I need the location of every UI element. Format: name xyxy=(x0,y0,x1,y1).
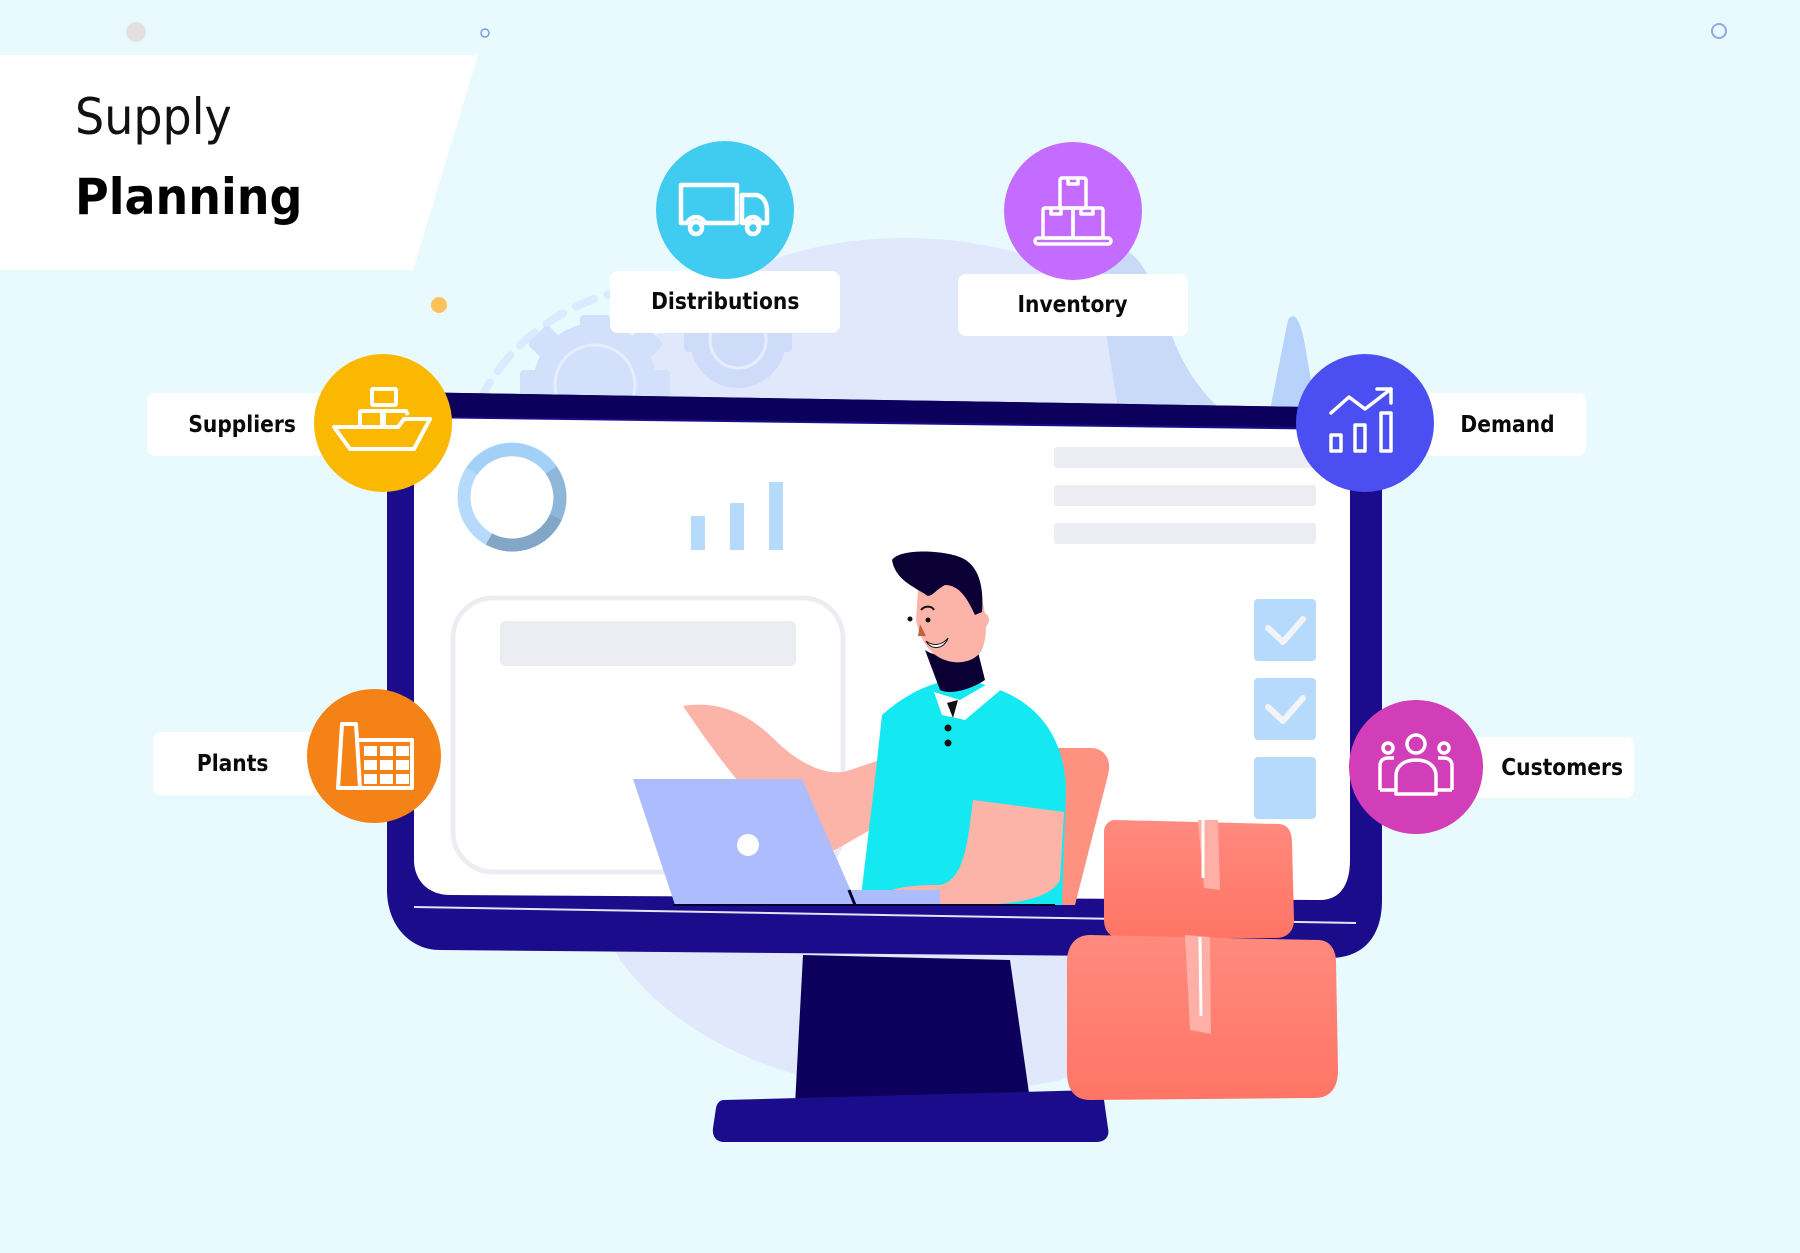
cargo-ship-icon xyxy=(332,387,432,451)
checkbox-unchecked xyxy=(1254,757,1316,819)
supply-planning-illustration: Supply Planning Distributions Inventory xyxy=(0,0,1800,1253)
node-label-text: Suppliers xyxy=(188,411,296,438)
text-placeholder-line xyxy=(1054,523,1316,544)
node-customers[interactable] xyxy=(1349,700,1483,834)
monitor-stand-base xyxy=(712,1090,1109,1142)
shirt-button xyxy=(944,724,952,732)
node-label-plants[interactable]: Plants xyxy=(153,732,333,795)
node-demand[interactable] xyxy=(1296,354,1434,492)
people-group-icon xyxy=(1378,733,1454,796)
node-label-text: Demand xyxy=(1460,411,1556,438)
boxes-pallet-icon xyxy=(1033,176,1113,246)
trend-chart-icon xyxy=(1329,387,1393,453)
title-panel xyxy=(0,55,478,270)
node-label-text: Customers xyxy=(1501,754,1623,781)
node-suppliers[interactable] xyxy=(314,354,452,492)
title-planning: Planning xyxy=(75,168,303,226)
text-placeholder-line xyxy=(1054,485,1316,506)
node-label-text: Plants xyxy=(197,750,269,777)
node-label-distributions[interactable]: Distributions xyxy=(610,271,840,333)
decor-ring-small xyxy=(480,28,490,38)
box-tape-highlight xyxy=(1198,936,1203,1017)
decor-ring-right xyxy=(1711,23,1727,39)
bar-chart-bar xyxy=(691,516,705,550)
bar-chart-bar xyxy=(769,482,783,550)
text-placeholder-line xyxy=(1054,447,1316,468)
truck-icon xyxy=(678,182,770,237)
laptop-base xyxy=(847,890,940,905)
cardboard-box-top xyxy=(1104,820,1294,938)
node-label-suppliers[interactable]: Suppliers xyxy=(147,393,337,456)
node-distributions[interactable] xyxy=(656,141,794,279)
node-label-text: Distributions xyxy=(650,289,800,315)
decor-dot-pink xyxy=(126,22,146,42)
monitor-stand-neck xyxy=(795,955,1030,1105)
input-placeholder xyxy=(500,621,796,666)
decor-dot-yellow xyxy=(431,297,447,313)
factory-icon xyxy=(336,722,414,790)
node-plants[interactable] xyxy=(307,689,441,823)
cardboard-box-bottom xyxy=(1067,935,1338,1100)
shirt-button xyxy=(944,739,952,747)
person-eye xyxy=(907,616,913,622)
person-eye xyxy=(925,617,931,623)
checkbox-checked xyxy=(1254,678,1316,740)
node-label-text: Inventory xyxy=(1017,292,1129,318)
node-inventory[interactable] xyxy=(1004,142,1142,280)
title-supply: Supply xyxy=(75,88,232,146)
laptop-logo xyxy=(737,834,759,856)
bar-chart-bar xyxy=(730,503,744,550)
checkbox-checked xyxy=(1254,599,1316,661)
node-label-inventory[interactable]: Inventory xyxy=(958,274,1188,336)
